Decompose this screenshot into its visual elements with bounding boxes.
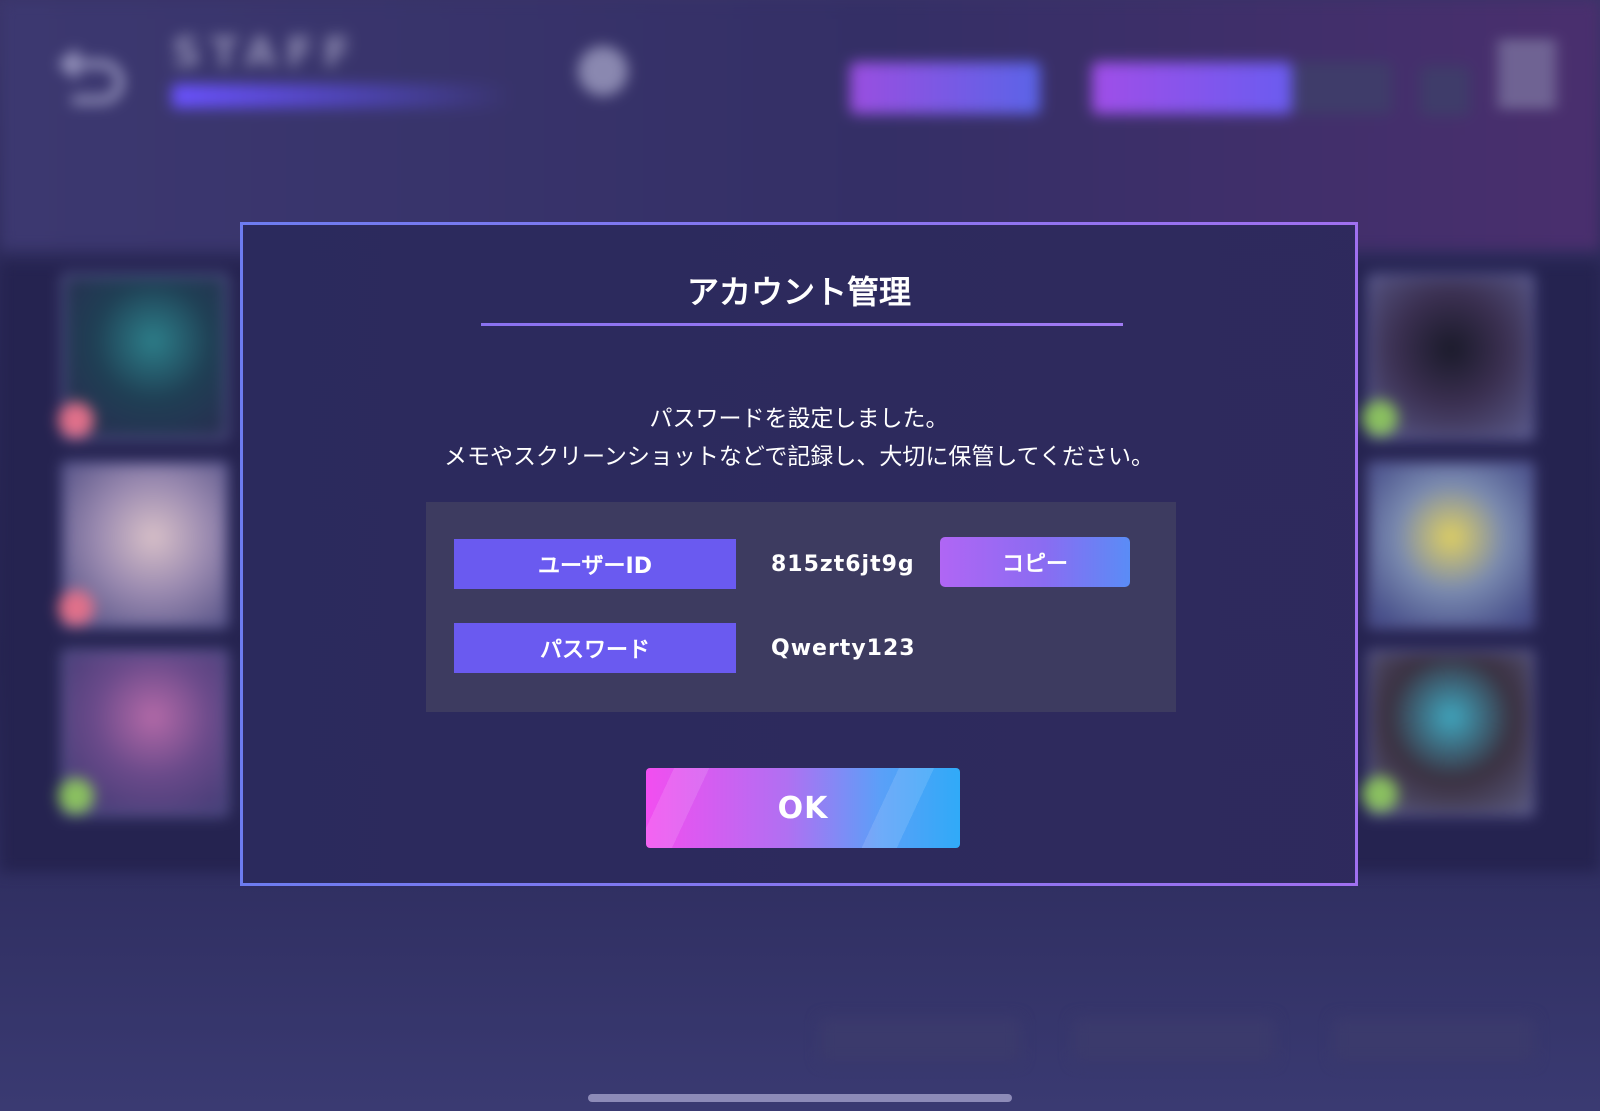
staff-progress-bar xyxy=(172,84,512,108)
dialog-title: アカウント管理 xyxy=(686,273,911,311)
character-card[interactable] xyxy=(1368,462,1534,628)
home-indicator xyxy=(588,1094,1012,1102)
password-label: パスワード xyxy=(454,623,736,673)
heart-icon[interactable] xyxy=(1420,66,1470,116)
dialog-message-line2: メモやスクリーンショットなどで記録し、大切に保管してください。 xyxy=(443,444,1154,470)
bottom-button[interactable] xyxy=(1074,1018,1274,1062)
top-sort-button[interactable] xyxy=(1092,62,1292,114)
credentials-panel: ユーザーID 815zt6jt9g コピー パスワード Qwerty123 xyxy=(426,502,1176,712)
card-badge xyxy=(58,590,94,626)
top-filter-button[interactable] xyxy=(850,62,1040,114)
copy-button[interactable]: コピー xyxy=(940,537,1130,587)
dialog-message-line1: パスワードを設定しました。 xyxy=(649,406,949,432)
back-icon[interactable] xyxy=(58,42,128,106)
staff-title: STAFF xyxy=(172,30,361,76)
card-badge xyxy=(1362,776,1398,812)
account-management-dialog: アカウント管理 パスワードを設定しました。 メモやスクリーンショットなどで記録し… xyxy=(240,222,1358,886)
bottom-button[interactable] xyxy=(1334,1018,1534,1062)
password-value: Qwerty123 xyxy=(771,635,916,661)
user-id-value: 815zt6jt9g xyxy=(771,551,915,577)
ok-button[interactable]: OK xyxy=(646,768,960,848)
clock-icon[interactable] xyxy=(578,46,628,96)
top-toggle-button[interactable] xyxy=(1292,62,1392,114)
card-badge xyxy=(58,778,94,814)
grid-menu-icon[interactable] xyxy=(1498,36,1556,106)
title-underline xyxy=(481,323,1123,326)
bottom-button[interactable] xyxy=(820,1018,1020,1062)
card-badge xyxy=(1362,400,1398,436)
user-id-label: ユーザーID xyxy=(454,539,736,589)
card-badge xyxy=(58,402,94,438)
